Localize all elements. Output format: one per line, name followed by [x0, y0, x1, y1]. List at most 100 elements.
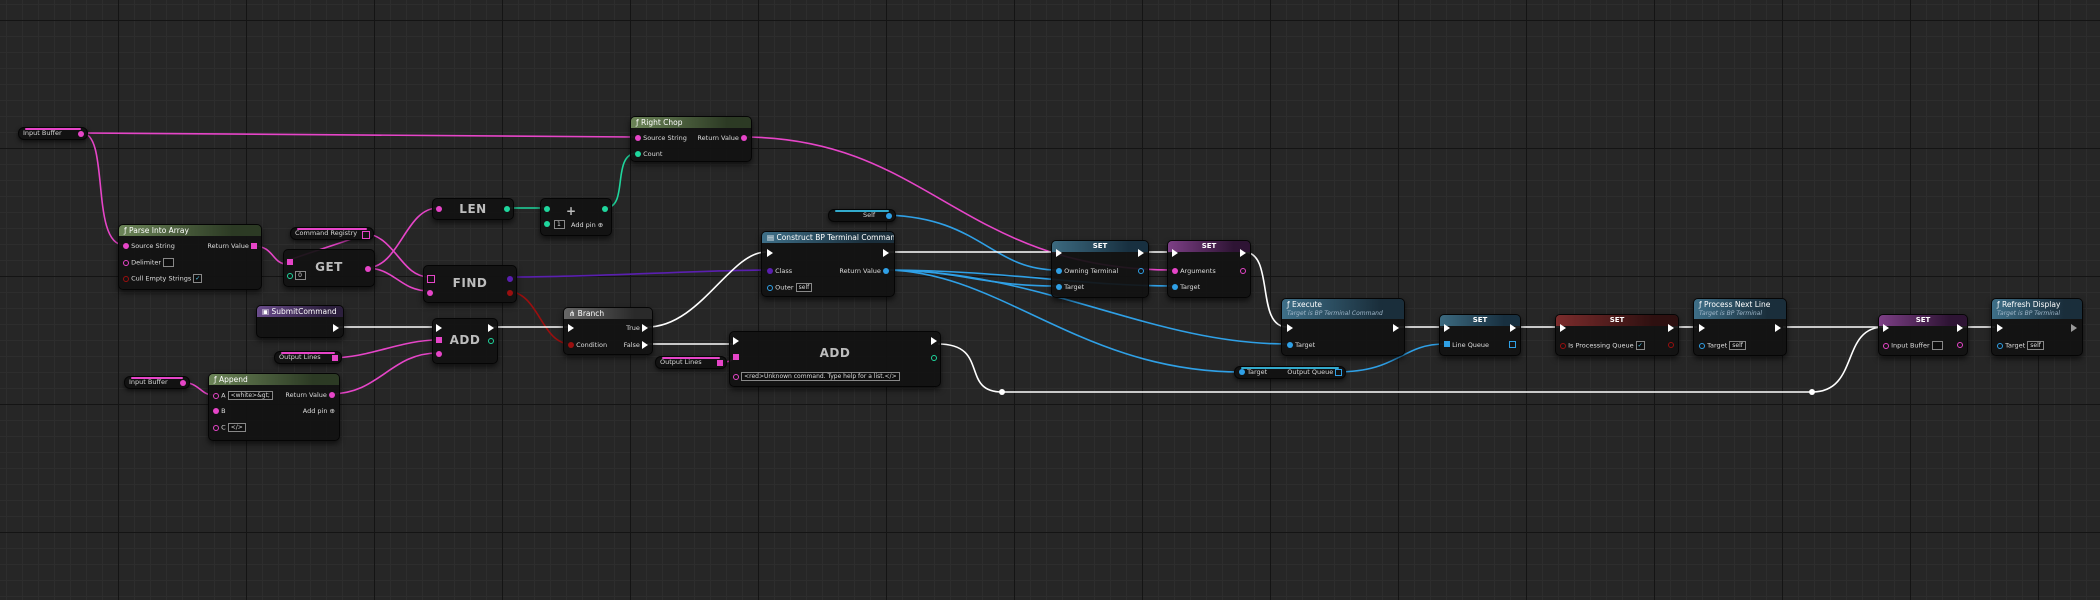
set-ib-field[interactable]: [1931, 341, 1943, 350]
add-unknown-exec-out-icon[interactable]: [931, 337, 937, 345]
set2-arguments-pin[interactable]: Arguments: [1172, 267, 1216, 275]
input-buffer-2-out-pin[interactable]: [180, 379, 186, 386]
set-owning-terminal-node[interactable]: SET Owning Terminal Target: [1051, 240, 1149, 298]
add-array-target-icon[interactable]: [436, 337, 442, 343]
append-c-pin[interactable]: C </>: [213, 423, 246, 432]
get-array-pin[interactable]: [287, 259, 293, 267]
construct-return-dot[interactable]: [883, 268, 889, 274]
set-ib-exec-in-icon[interactable]: [1883, 324, 1889, 332]
set-ib-out-dot[interactable]: [1957, 342, 1963, 348]
set-proc-exec-out-icon[interactable]: [1668, 324, 1674, 332]
submit-exec-icon[interactable]: [333, 324, 339, 332]
find-map-pin[interactable]: [427, 275, 435, 285]
refresh-target-dot[interactable]: [1997, 342, 2003, 349]
add-array-index-out[interactable]: [488, 337, 494, 345]
execute-target-dot[interactable]: [1287, 342, 1293, 348]
construct-exec-out-icon[interactable]: [883, 249, 889, 257]
append-node[interactable]: ƒ Append A <white>&gt; B C </> Return Va…: [208, 373, 340, 441]
set-proc-exec-out[interactable]: [1668, 324, 1674, 332]
right-chop-count-dot[interactable]: [635, 151, 641, 157]
find-bool-pin[interactable]: [507, 289, 513, 297]
process-target-dot[interactable]: [1699, 342, 1705, 349]
set-ib-exec-out-icon[interactable]: [1957, 324, 1963, 332]
execute-exec-out[interactable]: [1393, 324, 1399, 332]
input-buffer-out-pin[interactable]: [78, 130, 84, 137]
add-unknown-item-dot[interactable]: [733, 373, 739, 380]
set1-value-out[interactable]: [1138, 267, 1144, 275]
len-node[interactable]: LEN: [432, 198, 514, 220]
process-target-field[interactable]: self: [1729, 341, 1746, 350]
process-target-pin[interactable]: Target self: [1699, 341, 1746, 350]
add-array-exec-out[interactable]: [488, 324, 494, 332]
add-array-exec-in-icon[interactable]: [436, 324, 442, 332]
branch-exec-in[interactable]: [568, 324, 574, 332]
add-int-a-dot[interactable]: [544, 206, 550, 212]
add-array-item-pin[interactable]: [436, 350, 442, 358]
set-proc-exec-in-icon[interactable]: [1560, 324, 1566, 332]
branch-condition-dot[interactable]: [568, 342, 574, 348]
set-input-buffer-node[interactable]: SET Input Buffer: [1878, 314, 1968, 356]
append-a-pin[interactable]: A <white>&gt;: [213, 391, 273, 400]
add-int-value-field[interactable]: 1: [554, 220, 565, 229]
get-array-icon[interactable]: [287, 259, 293, 265]
add-array-node[interactable]: ADD: [432, 318, 498, 364]
refresh-exec-out[interactable]: [2071, 324, 2077, 332]
add-int-out-dot[interactable]: [602, 206, 608, 212]
add-unknown-exec-out[interactable]: [931, 337, 937, 345]
process-next-line-node[interactable]: ƒ Process Next Line Target is BP Terminal…: [1693, 298, 1787, 356]
set-lq-pin[interactable]: Line Queue: [1444, 341, 1489, 349]
add-array-index-dot[interactable]: [488, 338, 494, 344]
add-int-out-pin[interactable]: [602, 205, 608, 213]
set-proc-out-dot[interactable]: [1668, 342, 1674, 348]
add-pin-plus-icon[interactable]: ⊕: [598, 221, 603, 229]
add-unknown-index-out[interactable]: [931, 354, 937, 362]
add-unknown-exec-in[interactable]: [733, 337, 739, 345]
submit-command-event[interactable]: ▣ SubmitCommand: [256, 305, 344, 338]
append-c-field[interactable]: </>: [227, 423, 246, 432]
set-arguments-node[interactable]: SET Arguments Target: [1167, 240, 1251, 298]
set1-exec-out-icon[interactable]: [1138, 249, 1144, 257]
output-queue-out-icon[interactable]: [1335, 368, 1343, 376]
command-registry-map-icon[interactable]: [362, 230, 370, 239]
construct-exec-in-icon[interactable]: [767, 249, 773, 257]
parse-cull-dot[interactable]: [123, 275, 129, 282]
add-array-item-dot[interactable]: [436, 351, 442, 357]
set-proc-exec-in[interactable]: [1560, 324, 1566, 332]
add-int-add-pin[interactable]: Add pin ⊕: [571, 221, 603, 229]
get-out-pin[interactable]: [365, 265, 371, 273]
set1-exec-out[interactable]: [1138, 249, 1144, 257]
branch-true-pin[interactable]: True: [626, 324, 648, 332]
add-int-a-pin[interactable]: [544, 205, 550, 213]
find-key-dot[interactable]: [427, 290, 433, 296]
parse-delimiter-dot[interactable]: [123, 259, 129, 266]
set-proc-dot[interactable]: [1560, 342, 1566, 349]
execute-target-pin[interactable]: Target: [1287, 341, 1315, 349]
command-registry-variable[interactable]: Command Registry: [290, 227, 374, 240]
set-proc-pin[interactable]: Is Processing Queue ✓: [1560, 341, 1645, 350]
set-lq-exec-in[interactable]: [1444, 324, 1450, 332]
self-variable[interactable]: Self: [828, 209, 896, 222]
refresh-exec-in[interactable]: [1997, 324, 2003, 332]
find-map-icon[interactable]: [427, 275, 435, 283]
set2-exec-in-icon[interactable]: [1172, 249, 1178, 257]
parse-into-array-node[interactable]: ƒ Parse Into Array Source String Delimit…: [118, 224, 262, 290]
output-lines-array-icon[interactable]: [332, 354, 338, 361]
refresh-exec-in-icon[interactable]: [1997, 324, 2003, 332]
set-lq-exec-out[interactable]: [1510, 324, 1516, 332]
process-exec-in-icon[interactable]: [1699, 324, 1705, 332]
add-int-b-dot[interactable]: [544, 221, 550, 227]
branch-node[interactable]: ⋔ Branch Condition True False: [563, 307, 653, 355]
set-ib-exec-in[interactable]: [1883, 324, 1889, 332]
append-b-dot[interactable]: [213, 408, 219, 414]
set1-exec-in[interactable]: [1056, 249, 1062, 257]
branch-condition-pin[interactable]: Condition: [568, 341, 607, 349]
add-array-target-pin[interactable]: [436, 337, 442, 345]
parse-source-pin[interactable]: Source String: [123, 242, 175, 250]
right-chop-return-pin[interactable]: Return Value: [697, 134, 747, 142]
right-chop-source-dot[interactable]: [635, 135, 641, 141]
get-array-node[interactable]: GET 0: [283, 249, 375, 287]
add-unknown-target-icon[interactable]: [733, 354, 739, 360]
add-array-exec-in[interactable]: [436, 324, 442, 332]
construct-outer-field[interactable]: self: [795, 283, 813, 292]
refresh-target-pin[interactable]: Target self: [1997, 341, 2044, 350]
